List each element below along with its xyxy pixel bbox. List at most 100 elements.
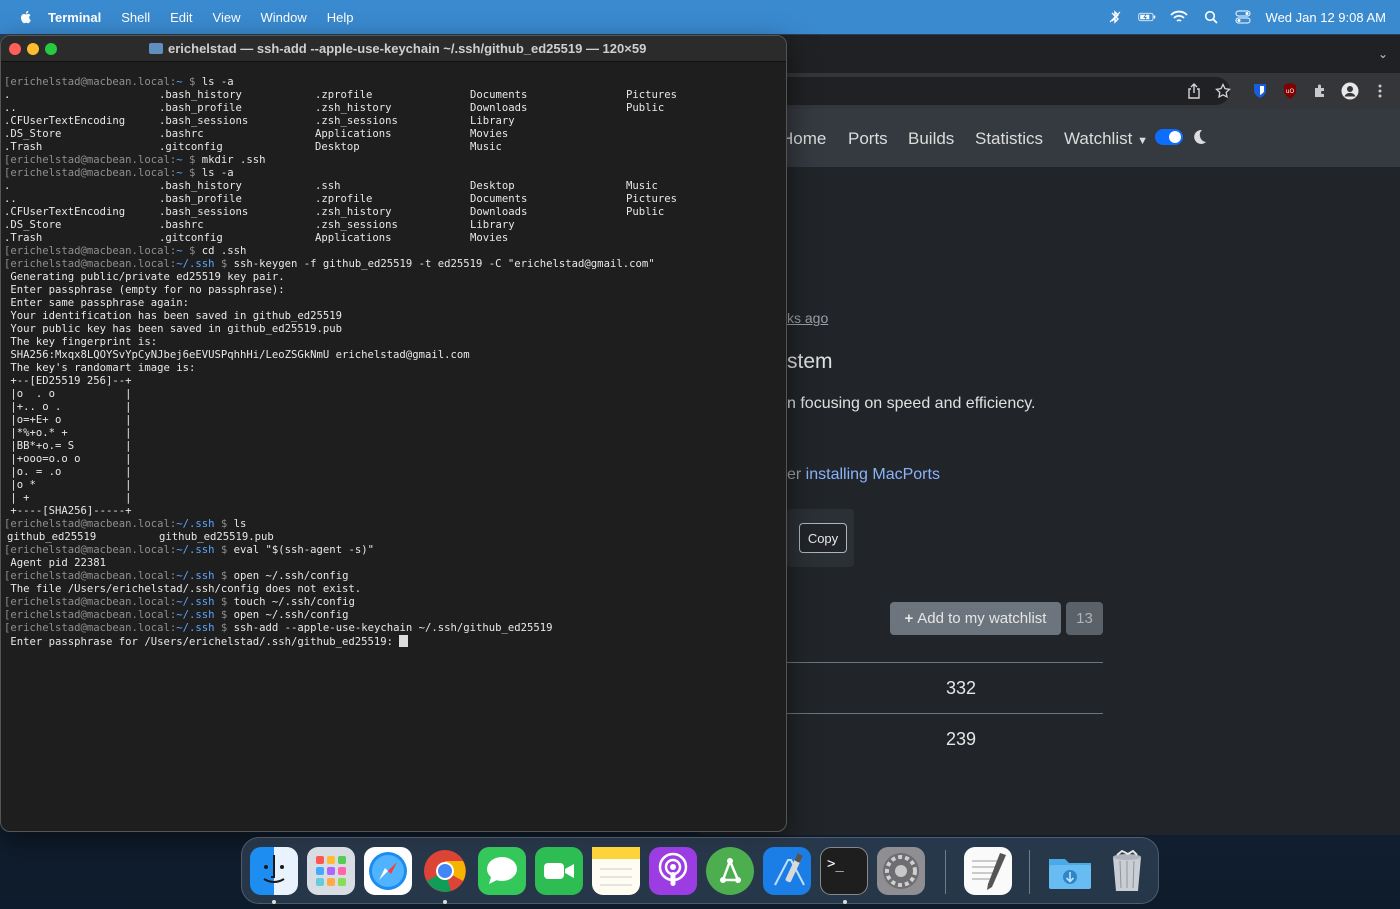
nav-statistics[interactable]: Statistics <box>975 129 1043 149</box>
menu-view[interactable]: View <box>213 10 241 25</box>
browser-menu-icon[interactable] <box>1371 82 1389 100</box>
bluetooth-muted-icon[interactable] <box>1106 9 1124 25</box>
nav-home[interactable]: Home <box>781 129 826 149</box>
terminal-title-bar[interactable]: erichelstad — ssh-add --apple-use-keycha… <box>1 36 786 62</box>
terminal-line: [erichelstad@macbean.local:~ $ ls -a <box>4 167 234 179</box>
terminal-line: [erichelstad@macbean.local:~/.ssh $ open… <box>4 570 349 582</box>
copy-button[interactable]: Copy <box>799 523 847 553</box>
downloads-folder-icon[interactable] <box>1046 847 1094 895</box>
xcode-icon[interactable] <box>763 847 811 895</box>
moon-icon <box>1194 129 1206 144</box>
port-description: n focusing on speed and efficiency. <box>787 395 1036 412</box>
terminal-title: erichelstad — ssh-add --apple-use-keycha… <box>149 41 646 56</box>
textedit-icon[interactable] <box>964 847 1012 895</box>
dark-mode-toggle[interactable] <box>1155 129 1183 145</box>
add-to-watchlist-button[interactable]: + Add to my watchlist <box>890 602 1061 635</box>
launchpad-icon[interactable] <box>307 847 355 895</box>
randomart-line: | + | <box>4 492 132 504</box>
command-text: open ~/.ssh/config <box>233 609 349 621</box>
output-line: Enter same passphrase again: <box>4 297 189 309</box>
nav-builds[interactable]: Builds <box>908 129 954 149</box>
apple-menu-icon[interactable] <box>18 9 34 25</box>
spotlight-search-icon[interactable] <box>1202 9 1220 25</box>
ls-row: .. .bash_profile .zprofile Documents Picture… <box>4 193 678 205</box>
ublock-extension-icon[interactable]: uO <box>1281 82 1299 100</box>
bookmark-star-icon[interactable] <box>1214 82 1232 100</box>
share-icon[interactable] <box>1185 82 1203 100</box>
menu-shell[interactable]: Shell <box>121 10 150 25</box>
messages-icon[interactable] <box>478 847 526 895</box>
ls-row: . .bash_history .zprofile Documents Pictures <box>4 89 678 101</box>
trash-icon[interactable] <box>1103 847 1151 895</box>
menu-app-name[interactable]: Terminal <box>48 10 101 25</box>
ls-row: .. .bash_profile .zsh_history Downloads Publ… <box>4 102 665 114</box>
nav-watchlist-label: Watchlist <box>1064 129 1133 148</box>
terminal-line: [erichelstad@macbean.local:~/.ssh $ ssh-… <box>4 258 655 270</box>
randomart-line: +--[ED25519 256]--+ <box>4 375 132 387</box>
terminal-window: erichelstad — ssh-add --apple-use-keycha… <box>0 35 787 832</box>
profile-avatar-icon[interactable] <box>1341 82 1359 100</box>
terminal-line: [erichelstad@macbean.local:~/.ssh $ open… <box>4 609 349 621</box>
randomart-line: |o * | <box>4 479 132 491</box>
podcasts-icon[interactable] <box>649 847 697 895</box>
output-line: Your identification has been saved in gi… <box>4 310 343 322</box>
terminal-line: [erichelstad@macbean.local:~/.ssh $ eval… <box>4 544 374 556</box>
browser-toolbar: uO <box>700 73 1400 109</box>
command-text: ls -a <box>201 76 234 88</box>
output-line: Generating public/private ed25519 key pa… <box>4 271 285 283</box>
system-preferences-icon[interactable] <box>877 847 925 895</box>
nav-ports[interactable]: Ports <box>848 129 888 149</box>
finder-running-indicator <box>272 900 276 904</box>
output-line: The key fingerprint is: <box>4 336 158 348</box>
last-updated-link[interactable]: ks ago <box>787 310 828 326</box>
output-line: Your public key has been saved in github… <box>4 323 343 335</box>
menu-help[interactable]: Help <box>327 10 354 25</box>
chrome-icon[interactable] <box>421 847 469 895</box>
terminal-line: [erichelstad@macbean.local:~/.ssh $ ssh-… <box>4 622 553 634</box>
battery-icon[interactable] <box>1137 9 1156 25</box>
zoom-window-button[interactable] <box>45 43 57 55</box>
plus-icon: + <box>904 610 914 627</box>
git-app-icon[interactable] <box>706 847 754 895</box>
output-line: The file /Users/erichelstad/.ssh/config … <box>4 583 362 595</box>
menubar-clock[interactable]: Wed Jan 12 9:08 AM <box>1266 10 1386 25</box>
ls-row: .CFUserTextEncoding .bash_sessions .zsh_se… <box>4 115 515 127</box>
command-text: open ~/.ssh/config <box>233 570 349 582</box>
port-title: stem <box>787 350 833 373</box>
minimize-window-button[interactable] <box>27 43 39 55</box>
wifi-icon[interactable] <box>1169 9 1188 25</box>
ls-row: .DS_Store .bashrc Applications Movies <box>4 128 509 140</box>
passphrase-prompt-line[interactable]: Enter passphrase for /Users/erichelstad/… <box>4 635 784 648</box>
ls-row: .Trash .gitconfig Desktop Music <box>4 141 502 153</box>
command-text: mkdir .ssh <box>201 154 266 166</box>
finder-icon[interactable] <box>250 847 298 895</box>
randomart-line: +----[SHA256]-----+ <box>4 505 132 517</box>
control-center-icon[interactable] <box>1234 9 1252 25</box>
safari-icon[interactable] <box>364 847 412 895</box>
ls-row: . .bash_history .ssh Desktop Music <box>4 180 658 192</box>
bitwarden-extension-icon[interactable] <box>1251 82 1269 100</box>
command-text: touch ~/.ssh/config <box>233 596 355 608</box>
terminal-output[interactable]: [erichelstad@macbean.local:~ $ ls -a . .b… <box>4 76 784 816</box>
randomart-line: |o. = .o | <box>4 466 132 478</box>
output-line: The key's randomart image is: <box>4 362 196 374</box>
menu-edit[interactable]: Edit <box>170 10 192 25</box>
notes-icon[interactable] <box>592 847 640 895</box>
terminal-icon[interactable]: >_ <box>820 847 868 895</box>
caret-down-icon: ▼ <box>1137 135 1148 147</box>
text-cursor <box>399 635 409 647</box>
installing-macports-link[interactable]: installing MacPorts <box>806 466 940 483</box>
dock: >_ <box>241 837 1159 904</box>
tab-search-chevron-icon[interactable]: ⌄ <box>1378 47 1388 61</box>
extensions-puzzle-icon[interactable] <box>1311 82 1329 100</box>
terminal-running-indicator <box>843 900 847 904</box>
facetime-icon[interactable] <box>535 847 583 895</box>
menu-window[interactable]: Window <box>261 10 307 25</box>
svg-text:uO: uO <box>1286 88 1295 95</box>
close-window-button[interactable] <box>9 43 21 55</box>
add-to-watchlist-label: Add to my watchlist <box>917 610 1047 627</box>
dock-separator <box>1029 850 1030 894</box>
passphrase-prompt: Enter passphrase for /Users/erichelstad/… <box>4 636 400 648</box>
nav-watchlist[interactable]: Watchlist ▼ <box>1064 129 1148 149</box>
command-text: ssh-add --apple-use-keychain ~/.ssh/gith… <box>233 622 553 634</box>
